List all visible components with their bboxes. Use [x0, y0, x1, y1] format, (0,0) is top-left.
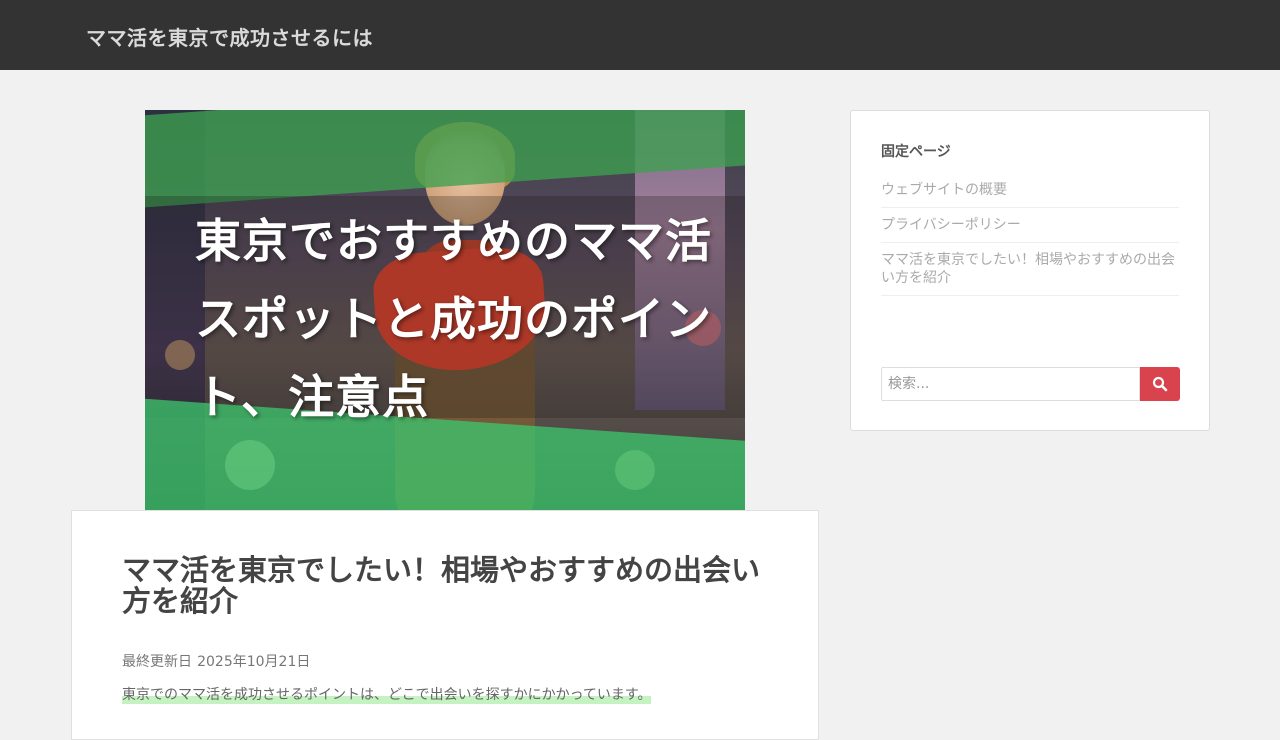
article-title: ママ活を東京でしたい！相場やおすすめの出会い方を紹介: [122, 553, 761, 618]
featured-image: 東京でおすすめのママ活 スポットと成功のポイン ト、注意点: [145, 110, 745, 510]
page-link-privacy[interactable]: プライバシーポリシー: [881, 216, 1179, 234]
hero-text-line: ト、注意点: [195, 370, 430, 424]
article-card: ママ活を東京でしたい！相場やおすすめの出会い方を紹介 最終更新日 2025年10…: [71, 510, 819, 740]
article-meta: 最終更新日 2025年10月21日: [122, 651, 310, 671]
article-lead: 東京でのママ活を成功させるポイントは、どこで出会いを探すかにかかっています。: [122, 684, 652, 704]
page-list: ウェブサイトの概要 プライバシーポリシー ママ活を東京でしたい！相場やおすすめの…: [881, 173, 1179, 296]
updated-date: 2025年10月21日: [197, 654, 311, 670]
hero-overlay-text: 東京でおすすめのママ活 スポットと成功のポイン ト、注意点: [195, 202, 735, 436]
updated-label: 最終更新日: [122, 654, 192, 670]
sidebar-widget: 固定ページ ウェブサイトの概要 プライバシーポリシー ママ活を東京でしたい！相場…: [850, 110, 1210, 431]
hero-text-line: スポットと成功のポイン: [195, 292, 712, 346]
page-list-item: ママ活を東京でしたい！相場やおすすめの出会い方を紹介: [881, 243, 1179, 296]
search-icon: [1152, 376, 1168, 392]
hero-text-line: 東京でおすすめのママ活: [195, 214, 712, 268]
page-link-about[interactable]: ウェブサイトの概要: [881, 181, 1179, 199]
page-list-item: ウェブサイトの概要: [881, 173, 1179, 208]
site-title-link[interactable]: ママ活を東京で成功させるには: [86, 22, 373, 51]
page-list-item: プライバシーポリシー: [881, 208, 1179, 243]
search-input[interactable]: [881, 367, 1140, 401]
site-header: ママ活を東京で成功させるには: [0, 0, 1280, 70]
page-link-article[interactable]: ママ活を東京でしたい！相場やおすすめの出会い方を紹介: [881, 251, 1179, 287]
widget-title: 固定ページ: [881, 144, 951, 160]
search-button[interactable]: [1140, 367, 1180, 401]
